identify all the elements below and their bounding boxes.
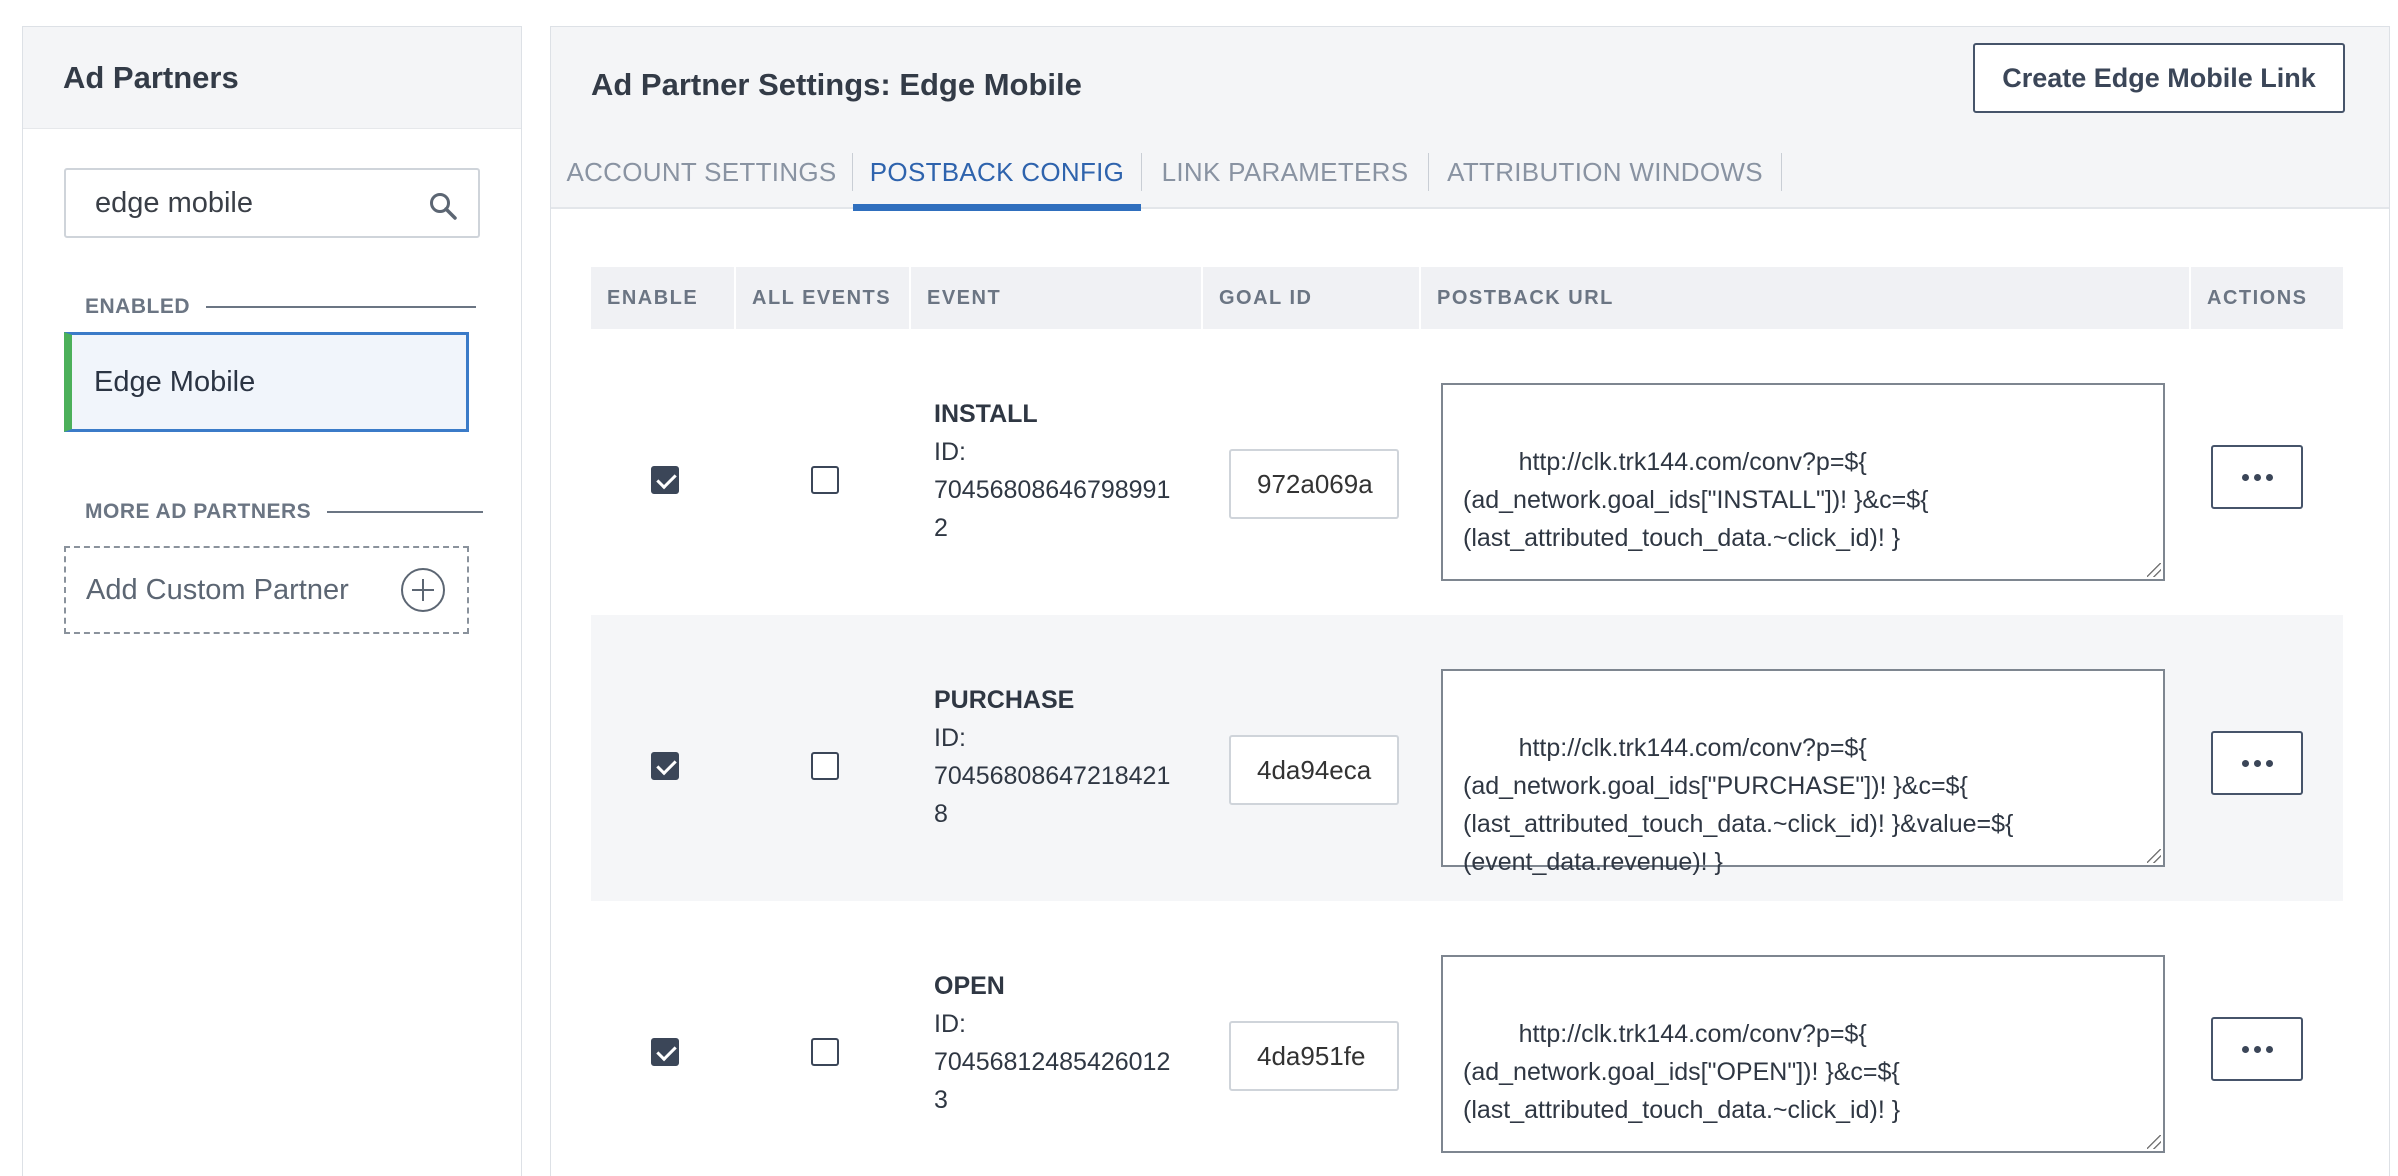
- partner-item-edge-mobile[interactable]: Edge Mobile: [64, 332, 469, 432]
- more-partners-section-label: MORE AD PARTNERS: [85, 500, 484, 524]
- postback-url-text: http://clk.trk144.com/conv?p=${ (ad_netw…: [1463, 1020, 1901, 1124]
- settings-tabs: ACCOUNT SETTINGS POSTBACK CONFIG LINK PA…: [551, 135, 1782, 211]
- table-header: ENABLE ALL EVENTS EVENT GOAL ID POSTBACK…: [591, 267, 2343, 329]
- enable-checkbox[interactable]: [651, 466, 679, 494]
- table-row: OPEN ID: 70456812485426012 3 4da951fe ht…: [591, 901, 2343, 1176]
- plus-circle-icon: [401, 568, 445, 612]
- postback-url-text: http://clk.trk144.com/conv?p=${ (ad_netw…: [1463, 448, 1929, 552]
- tab-divider: [1781, 153, 1782, 191]
- tab-account-settings[interactable]: ACCOUNT SETTINGS: [551, 135, 852, 209]
- postback-table: ENABLE ALL EVENTS EVENT GOAL ID POSTBACK…: [591, 267, 2343, 1176]
- event-id-line1: 70456808647218421: [934, 762, 1171, 790]
- enabled-divider: [206, 306, 477, 308]
- partner-search-input[interactable]: [95, 186, 415, 220]
- more-horizontal-icon: [2253, 1045, 2261, 1053]
- more-horizontal-icon: [2265, 759, 2273, 767]
- enabled-section-label: ENABLED: [85, 295, 477, 319]
- ad-partners-panel: Ad Partners ENABLED Edge Mobile MORE AD …: [22, 26, 522, 1176]
- event-info: INSTALL ID: 70456808646798991 2: [934, 395, 1170, 547]
- partner-settings-header: Ad Partner Settings: Edge Mobile Create …: [551, 27, 2389, 211]
- postback-url-textarea[interactable]: http://clk.trk144.com/conv?p=${ (ad_netw…: [1441, 383, 2165, 581]
- header-event: EVENT: [911, 267, 1203, 329]
- all-events-checkbox[interactable]: [811, 752, 839, 780]
- page-title: Ad Partner Settings: Edge Mobile: [591, 67, 1082, 102]
- goal-id-input[interactable]: 972a069a: [1229, 449, 1399, 519]
- row-actions-button[interactable]: [2211, 445, 2303, 509]
- table-row: PURCHASE ID: 70456808647218421 8 4da94ec…: [591, 615, 2343, 901]
- tab-postback-config[interactable]: POSTBACK CONFIG: [853, 135, 1141, 211]
- event-name: OPEN: [934, 972, 1005, 1000]
- all-events-checkbox[interactable]: [811, 466, 839, 494]
- add-custom-partner-button[interactable]: Add Custom Partner: [64, 546, 469, 634]
- resize-handle-icon[interactable]: [2147, 1135, 2161, 1149]
- tab-attribution-windows[interactable]: ATTRIBUTION WINDOWS: [1429, 135, 1781, 209]
- event-id-line2: 2: [934, 514, 948, 542]
- goal-id-input[interactable]: 4da94eca: [1229, 735, 1399, 805]
- event-id-label: ID:: [934, 724, 966, 752]
- event-name: PURCHASE: [934, 686, 1075, 714]
- more-partners-divider: [327, 511, 484, 513]
- postback-url-text: http://clk.trk144.com/conv?p=${ (ad_netw…: [1463, 734, 2014, 876]
- partner-settings-panel: Ad Partner Settings: Edge Mobile Create …: [550, 26, 2390, 1176]
- more-horizontal-icon: [2253, 473, 2261, 481]
- event-id-line2: 8: [934, 800, 948, 828]
- row-actions-button[interactable]: [2211, 731, 2303, 795]
- event-name: INSTALL: [934, 400, 1038, 428]
- enabled-label-text: ENABLED: [85, 295, 191, 318]
- row-actions-button[interactable]: [2211, 1017, 2303, 1081]
- table-row: INSTALL ID: 70456808646798991 2 972a069a…: [591, 329, 2343, 615]
- postback-url-textarea[interactable]: http://clk.trk144.com/conv?p=${ (ad_netw…: [1441, 955, 2165, 1153]
- more-horizontal-icon: [2265, 473, 2273, 481]
- add-custom-partner-label: Add Custom Partner: [86, 573, 349, 606]
- header-actions: ACTIONS: [2207, 286, 2308, 309]
- more-horizontal-icon: [2241, 759, 2249, 767]
- event-info: PURCHASE ID: 70456808647218421 8: [934, 681, 1170, 833]
- partner-search-box[interactable]: [64, 168, 480, 238]
- header-enable: ENABLE: [591, 267, 736, 329]
- event-id-label: ID:: [934, 438, 966, 466]
- ad-partners-header: Ad Partners: [23, 27, 521, 129]
- event-id-line2: 3: [934, 1086, 948, 1114]
- search-icon[interactable]: [428, 191, 458, 221]
- more-horizontal-icon: [2241, 1045, 2249, 1053]
- create-link-button[interactable]: Create Edge Mobile Link: [1973, 43, 2345, 113]
- enable-checkbox[interactable]: [651, 752, 679, 780]
- resize-handle-icon[interactable]: [2147, 849, 2161, 863]
- event-id-line1: 70456812485426012: [934, 1048, 1171, 1076]
- more-horizontal-icon: [2265, 1045, 2273, 1053]
- partner-item-label: Edge Mobile: [94, 365, 256, 398]
- event-id-label: ID:: [934, 1010, 966, 1038]
- tab-link-parameters[interactable]: LINK PARAMETERS: [1142, 135, 1428, 209]
- header-goal-id: GOAL ID: [1203, 267, 1421, 329]
- more-partners-label-text: MORE AD PARTNERS: [85, 500, 312, 523]
- resize-handle-icon[interactable]: [2147, 563, 2161, 577]
- header-postback-url: POSTBACK URL: [1421, 267, 2191, 329]
- enable-checkbox[interactable]: [651, 1038, 679, 1066]
- goal-id-input[interactable]: 4da951fe: [1229, 1021, 1399, 1091]
- more-horizontal-icon: [2241, 473, 2249, 481]
- event-id-line1: 70456808646798991: [934, 476, 1171, 504]
- all-events-checkbox[interactable]: [811, 1038, 839, 1066]
- event-info: OPEN ID: 70456812485426012 3: [934, 967, 1170, 1119]
- ad-partners-title: Ad Partners: [63, 59, 239, 95]
- more-horizontal-icon: [2253, 759, 2261, 767]
- postback-url-textarea[interactable]: http://clk.trk144.com/conv?p=${ (ad_netw…: [1441, 669, 2165, 876]
- header-all-events: ALL EVENTS: [736, 267, 911, 329]
